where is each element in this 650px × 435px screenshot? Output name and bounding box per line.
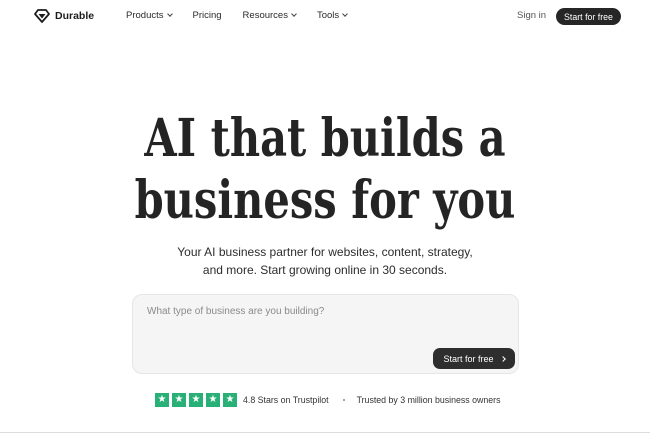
headline-line-1: AI that builds a (144, 108, 506, 169)
trust-row: ★ ★ ★ ★ ★ 4.8 Stars on Trustpilot Truste… (155, 392, 501, 407)
hero-subtitle: Your AI business partner for websites, c… (0, 243, 650, 279)
star-icon: ★ (223, 392, 237, 407)
star-icon: ★ (206, 392, 220, 407)
nav-pricing-label: Pricing (192, 10, 222, 21)
nav-resources[interactable]: Resources (242, 10, 297, 21)
headline-line-2: business for you (134, 170, 516, 231)
nav-start-free-button[interactable]: Start for free (556, 8, 621, 25)
brand-logo[interactable]: Durable (34, 9, 94, 23)
trustpilot-stars: ★ ★ ★ ★ ★ (155, 392, 240, 407)
brand-name: Durable (55, 10, 95, 22)
nav-pricing[interactable]: Pricing (193, 10, 222, 21)
chevron-down-icon (291, 11, 297, 17)
trusted-by-text: Trusted by 3 million business owners (356, 394, 501, 405)
nav-resources-label: Resources (242, 10, 288, 21)
chevron-down-icon (342, 11, 348, 17)
chevron-down-icon (166, 11, 173, 17)
nav-tools[interactable]: Tools (316, 10, 348, 21)
subtitle-line-2: and more. Start growing online in 30 sec… (202, 263, 448, 277)
separator-dot (342, 398, 345, 401)
prompt-start-free-button[interactable]: Start for free (433, 348, 515, 369)
nav-tools-label: Tools (316, 10, 340, 21)
business-prompt-box[interactable]: Start for free (132, 294, 519, 374)
nav-links: Products Pricing Resources Tools (126, 10, 348, 21)
subtitle-line-1: Your AI business partner for websites, c… (177, 245, 473, 259)
prompt-cta-label: Start for free (443, 353, 494, 364)
star-icon: ★ (189, 392, 203, 407)
nav-products[interactable]: Products (126, 10, 173, 21)
chevron-right-icon (499, 355, 506, 362)
sign-in-link[interactable]: Sign in (517, 10, 546, 21)
nav-products-label: Products (126, 10, 164, 21)
star-icon: ★ (155, 392, 169, 407)
divider (0, 432, 650, 433)
top-nav: Durable Products Pricing Resources Tools… (0, 0, 650, 33)
business-type-input[interactable] (147, 306, 427, 317)
star-icon: ★ (172, 392, 186, 407)
durable-logo-icon (34, 9, 50, 23)
trustpilot-rating: 4.8 Stars on Trustpilot (243, 394, 329, 405)
hero-headline: AI that builds a business for you (65, 108, 585, 232)
